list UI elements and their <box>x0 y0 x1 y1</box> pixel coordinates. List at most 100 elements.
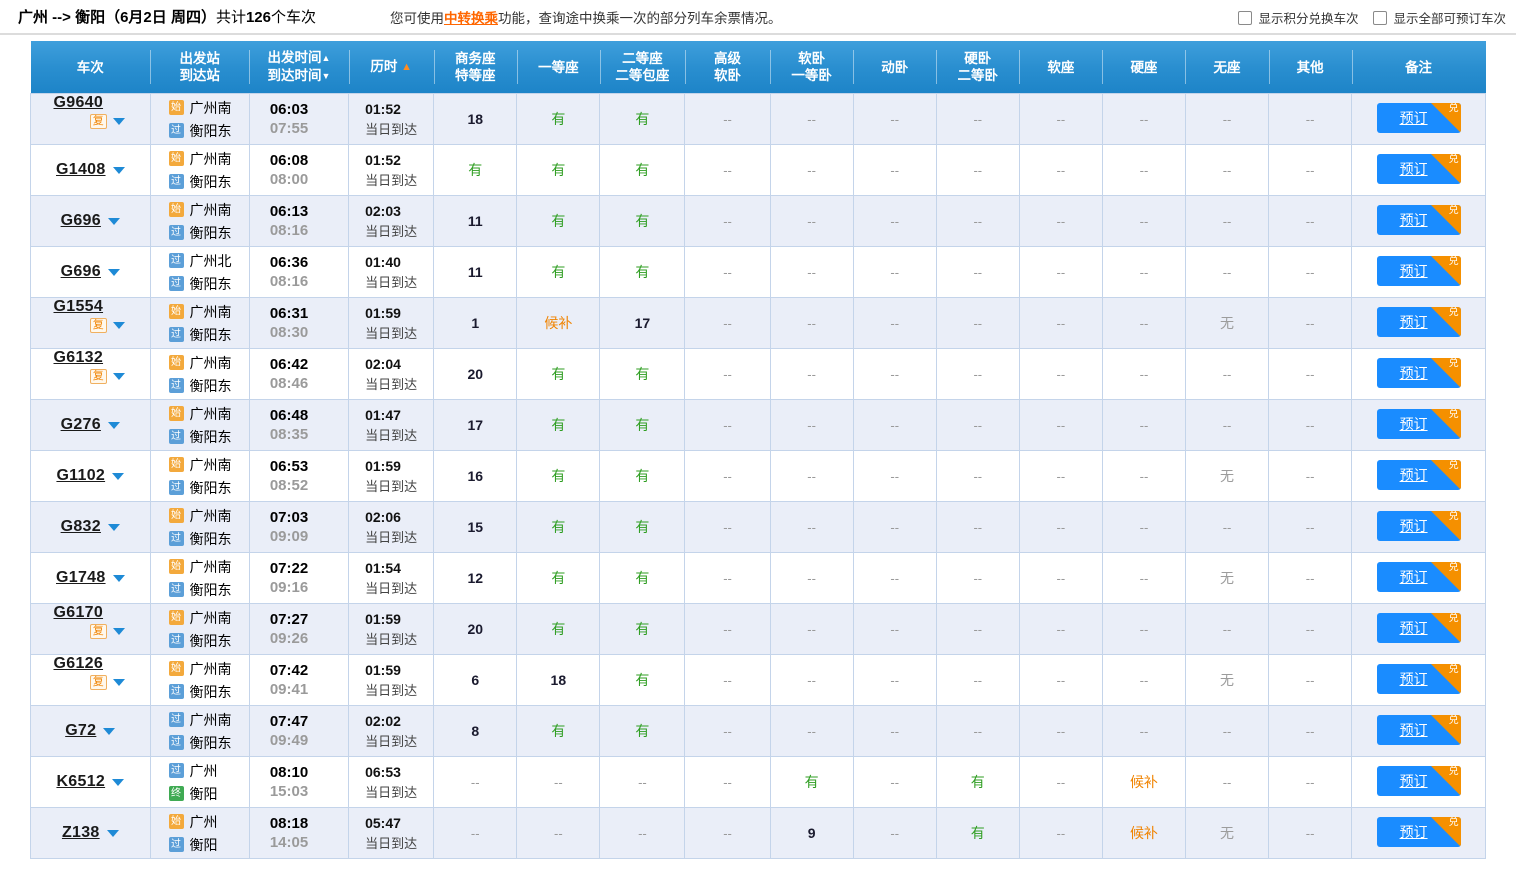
chevron-down-icon[interactable] <box>113 167 125 174</box>
book-button[interactable]: 兑预订 <box>1377 511 1461 541</box>
table-row[interactable]: G1554复始广州南过衡阳东06:3108:3001:59当日到达1候补17--… <box>31 298 1486 349</box>
table-row[interactable]: G6132复始广州南过衡阳东06:4208:4602:04当日到达20有有---… <box>31 349 1486 400</box>
cell-remark: 兑预订 <box>1352 400 1486 451</box>
train-number-link[interactable]: G6170 <box>54 604 104 621</box>
train-number-link[interactable]: G72 <box>65 722 96 740</box>
arrival-time: 15:03 <box>270 783 346 800</box>
tip-text-before: 您可使用 <box>390 11 444 26</box>
train-number-link[interactable]: G696 <box>61 212 101 230</box>
transfer-link[interactable]: 中转换乘 <box>444 11 498 26</box>
table-row[interactable]: G1408始广州南过衡阳东06:0808:0001:52当日到达有有有-----… <box>31 145 1486 196</box>
train-number-link[interactable]: G832 <box>61 518 101 536</box>
seat-available: 有 <box>551 570 565 586</box>
train-number-link[interactable]: G6132 <box>54 349 104 366</box>
sort-arrow-duration-active[interactable]: ▲ <box>401 59 412 76</box>
train-number-link[interactable]: G6126 <box>54 655 104 672</box>
chevron-down-icon[interactable] <box>103 728 115 735</box>
train-number-link[interactable]: G1408 <box>56 161 106 179</box>
book-button[interactable]: 兑预订 <box>1377 562 1461 592</box>
cell-emu-sleeper: -- <box>853 298 936 349</box>
cell-senior-soft-sleeper: -- <box>685 451 770 502</box>
table-row[interactable]: G832始广州南过衡阳东07:0309:0902:06当日到达15有有-----… <box>31 502 1486 553</box>
table-row[interactable]: G1102始广州南过衡阳东06:5308:5201:59当日到达16有有----… <box>31 451 1486 502</box>
train-number-link[interactable]: G276 <box>61 416 101 434</box>
cell-no-seat: 无 <box>1185 298 1268 349</box>
train-number-link[interactable]: Z138 <box>62 824 100 842</box>
chevron-down-icon[interactable] <box>113 575 125 582</box>
table-row[interactable]: K6512过广州终衡阳08:1015:0306:53当日到达--------有-… <box>31 757 1486 808</box>
seat-unavailable: -- <box>1140 724 1149 739</box>
book-button[interactable]: 兑预订 <box>1377 664 1461 694</box>
checkbox-show-all-box[interactable] <box>1373 11 1387 25</box>
cell-remark: 兑预订 <box>1352 451 1486 502</box>
chevron-down-icon[interactable] <box>107 830 119 837</box>
book-button[interactable]: 兑预订 <box>1377 256 1461 286</box>
train-number-link[interactable]: G9640 <box>54 94 104 111</box>
chevron-down-icon[interactable] <box>112 473 124 480</box>
checkbox-show-all[interactable]: 显示全部可预订车次 <box>1373 8 1506 27</box>
chevron-down-icon[interactable] <box>112 779 124 786</box>
table-row[interactable]: G1748始广州南过衡阳东07:2209:1601:54当日到达12有有----… <box>31 553 1486 604</box>
sort-arrow-departure-asc[interactable]: ▲ <box>322 50 331 67</box>
train-number-link[interactable]: G696 <box>61 263 101 281</box>
seat-available: 有 <box>468 162 482 178</box>
book-button[interactable]: 兑预订 <box>1377 103 1461 133</box>
table-row[interactable]: Z138始广州过衡阳08:1814:0505:47当日到达--------9--… <box>31 808 1486 859</box>
col-header-time[interactable]: 出发时间▲ 到达时间▼ <box>249 41 348 94</box>
train-number-link[interactable]: G1748 <box>56 569 106 587</box>
chevron-down-icon[interactable] <box>113 628 125 635</box>
col-header-station[interactable]: 出发站 到达站 <box>150 41 249 94</box>
table-row[interactable]: G72过广州南过衡阳东07:4709:4902:02当日到达8有有-------… <box>31 706 1486 757</box>
chevron-down-icon[interactable] <box>113 118 125 125</box>
book-button[interactable]: 兑预订 <box>1377 154 1461 184</box>
cell-stations: 始广州过衡阳 <box>150 808 249 859</box>
col-header-duration[interactable]: 历时 ▲ <box>349 41 434 94</box>
arrival-station-name: 衡阳东 <box>190 478 232 498</box>
book-button[interactable]: 兑预订 <box>1377 409 1461 439</box>
cell-second-class-seat: 17 <box>600 298 685 349</box>
arrival-station-row: 过衡阳东 <box>169 274 247 294</box>
book-button[interactable]: 兑预订 <box>1377 307 1461 337</box>
checkbox-points-exchange[interactable]: 显示积分兑换车次 <box>1238 8 1358 27</box>
table-row[interactable]: G696过广州北过衡阳东06:3608:1601:40当日到达11有有-----… <box>31 247 1486 298</box>
chevron-down-icon[interactable] <box>108 422 120 429</box>
book-button[interactable]: 兑预订 <box>1377 205 1461 235</box>
table-row[interactable]: G696始广州南过衡阳东06:1308:1602:03当日到达11有有-----… <box>31 196 1486 247</box>
book-button[interactable]: 兑预订 <box>1377 766 1461 796</box>
chevron-down-icon[interactable] <box>113 373 125 380</box>
table-row[interactable]: G9640复始广州南过衡阳东06:0307:5501:52当日到达18有有---… <box>31 94 1486 145</box>
checkbox-points-box[interactable] <box>1238 11 1252 25</box>
train-number-link[interactable]: K6512 <box>56 773 105 791</box>
chevron-down-icon[interactable] <box>113 322 125 329</box>
cell-train-number: G696 <box>31 196 151 247</box>
cell-hard-seat: 候补 <box>1102 757 1185 808</box>
cell-duration: 01:54当日到达 <box>349 553 434 604</box>
sort-arrow-arrival-desc[interactable]: ▼ <box>322 68 331 85</box>
arrival-station-row: 过衡阳 <box>169 835 247 855</box>
cell-times: 06:1308:16 <box>249 196 348 247</box>
table-row[interactable]: G276始广州南过衡阳东06:4808:3501:47当日到达17有有-----… <box>31 400 1486 451</box>
cell-remark: 兑预订 <box>1352 757 1486 808</box>
departure-time: 06:03 <box>270 101 346 118</box>
book-button[interactable]: 兑预订 <box>1377 715 1461 745</box>
seat-soldout: 无 <box>1220 672 1234 688</box>
train-number-link[interactable]: G1102 <box>56 467 105 485</box>
chevron-down-icon[interactable] <box>108 524 120 531</box>
arrival-time: 09:49 <box>270 732 346 749</box>
book-button[interactable]: 兑预订 <box>1377 460 1461 490</box>
col-header-trainno[interactable]: 车次 <box>31 41 151 94</box>
station-type-start-icon: 始 <box>169 304 184 319</box>
table-row[interactable]: G6170复始广州南过衡阳东07:2709:2601:59当日到达20有有---… <box>31 604 1486 655</box>
table-row[interactable]: G6126复始广州南过衡阳东07:4209:4101:59当日到达618有---… <box>31 655 1486 706</box>
book-button[interactable]: 兑预订 <box>1377 817 1461 847</box>
chevron-down-icon[interactable] <box>108 269 120 276</box>
seat-unavailable: -- <box>1223 367 1232 382</box>
chevron-down-icon[interactable] <box>113 679 125 686</box>
book-button[interactable]: 兑预订 <box>1377 358 1461 388</box>
time-box: 06:3108:30 <box>252 305 346 341</box>
book-button[interactable]: 兑预订 <box>1377 613 1461 643</box>
train-number-link[interactable]: G1554 <box>54 298 104 315</box>
chevron-down-icon[interactable] <box>108 218 120 225</box>
seat-unavailable: -- <box>890 520 899 535</box>
cell-senior-soft-sleeper: -- <box>685 502 770 553</box>
